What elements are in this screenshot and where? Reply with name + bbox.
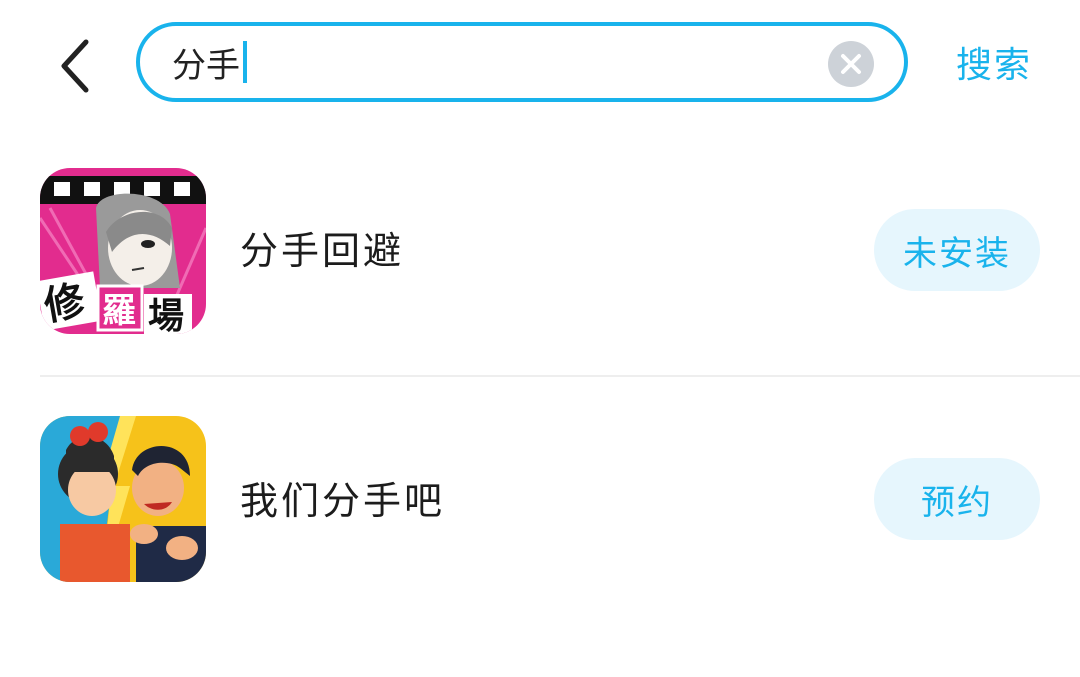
text-caret — [243, 41, 247, 83]
search-button[interactable]: 搜索 — [956, 40, 1032, 92]
close-icon — [841, 54, 861, 74]
result-item[interactable]: 我们分手吧 预约 — [0, 408, 1080, 588]
chevron-left-icon — [61, 39, 89, 93]
icon-caption-chang: 場 — [148, 296, 184, 334]
app-name[interactable]: 分手回避 — [240, 226, 404, 276]
app-name[interactable]: 我们分手吧 — [240, 476, 445, 526]
icon-caption-luo: 羅 — [102, 291, 136, 331]
install-status-button[interactable]: 未安装 — [874, 209, 1040, 291]
app-icon-women-fenshou-ba[interactable] — [40, 416, 206, 582]
search-input[interactable]: 分手 — [172, 26, 812, 98]
result-item[interactable]: 修 羅 場 分手回避 未安装 — [0, 160, 1080, 340]
clear-search-button[interactable] — [828, 41, 874, 87]
divider — [40, 375, 1080, 377]
back-button[interactable] — [50, 36, 100, 96]
reserve-button[interactable]: 预约 — [874, 458, 1040, 540]
app-icon-fenshou-huibi[interactable]: 修 羅 場 — [40, 168, 206, 334]
search-bar: 分手 — [136, 22, 908, 102]
search-results-page: 分手 搜索 修 羅 場 分手回避 未安装 我们分手吧 预约 — [0, 0, 1080, 677]
search-input-text: 分手 — [172, 45, 240, 86]
